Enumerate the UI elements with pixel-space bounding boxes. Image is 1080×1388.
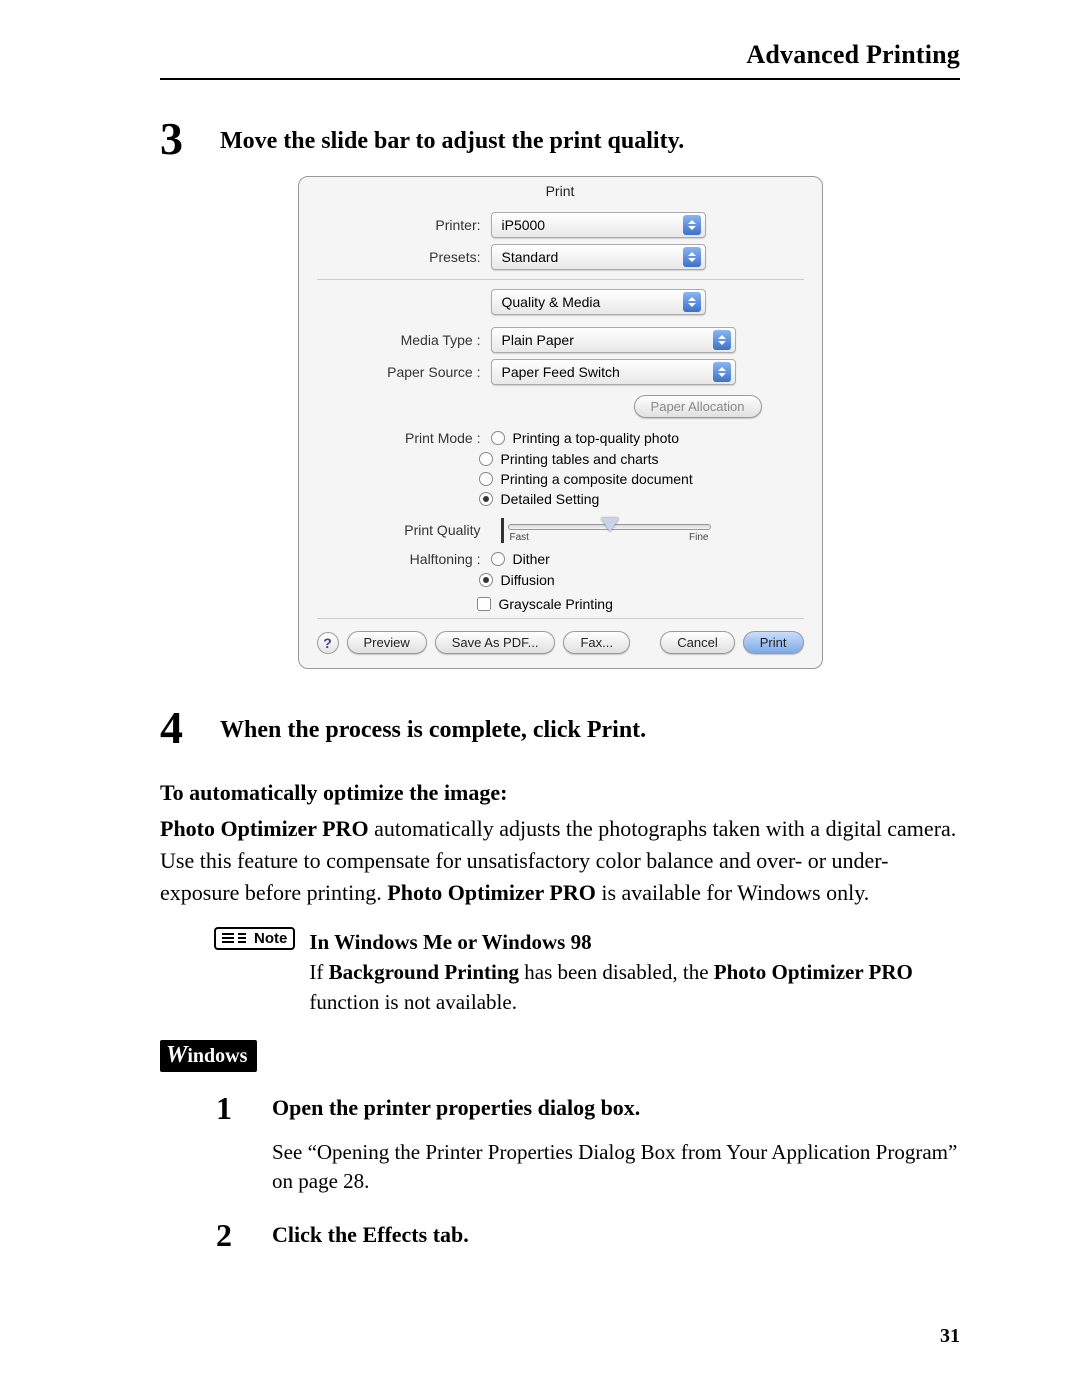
optimize-section: To automatically optimize the image: Pho… [160, 777, 960, 909]
quality-slider[interactable] [508, 524, 711, 530]
grayscale-checkbox[interactable] [477, 597, 491, 611]
cancel-button[interactable]: Cancel [660, 631, 734, 654]
optimize-bold2: Photo Optimizer PRO [387, 880, 596, 905]
grayscale-label: Grayscale Printing [499, 596, 613, 612]
radio-diffusion[interactable] [479, 573, 493, 587]
step-4-text: When the process is complete, click Prin… [220, 705, 646, 746]
halftoning-dither: Dither [513, 551, 550, 567]
updown-icon [713, 362, 731, 382]
radio-composite[interactable] [479, 472, 493, 486]
step-3: 3 Move the slide bar to adjust the print… [160, 116, 960, 162]
updown-icon [683, 215, 701, 235]
step-3-text: Move the slide bar to adjust the print q… [220, 116, 684, 157]
optimize-text2: is available for Windows only. [596, 880, 869, 905]
step-1: 1 Open the printer properties dialog box… [216, 1092, 960, 1124]
note-heading: In Windows Me or Windows 98 [309, 927, 960, 957]
presets-select[interactable]: Standard [491, 244, 706, 270]
note-badge: Note [214, 927, 295, 950]
paper-source-select[interactable]: Paper Feed Switch [491, 359, 736, 385]
section-header: Advanced Printing [160, 40, 960, 80]
halftoning-diffusion: Diffusion [501, 572, 555, 588]
optimize-heading: To automatically optimize the image: [160, 777, 960, 809]
slider-thumb[interactable] [601, 518, 619, 532]
step-number-3: 3 [160, 116, 220, 162]
step-number-1: 1 [216, 1092, 272, 1124]
note-block: Note In Windows Me or Windows 98 If Back… [214, 927, 960, 1018]
halftoning-label: Halftoning : [321, 551, 491, 567]
updown-icon [683, 292, 701, 312]
radio-dither[interactable] [491, 552, 505, 566]
step-number-2: 2 [216, 1219, 272, 1251]
media-type-label: Media Type : [321, 332, 491, 348]
step-2: 2 Click the Effects tab. [216, 1219, 960, 1251]
panel-value: Quality & Media [502, 294, 601, 310]
media-type-value: Plain Paper [502, 332, 574, 348]
print-mode-label: Print Mode : [321, 430, 491, 446]
radio-detailed[interactable] [479, 492, 493, 506]
save-as-pdf-button[interactable]: Save As PDF... [435, 631, 556, 654]
step-4: 4 When the process is complete, click Pr… [160, 705, 960, 751]
divider [317, 618, 804, 619]
note-body: If Background Printing has been disabled… [309, 957, 960, 1018]
presets-value: Standard [502, 249, 559, 265]
slider-fast-label: Fast [510, 532, 529, 543]
step-1-text: Open the printer properties dialog box. [272, 1092, 640, 1123]
dialog-title: Print [299, 177, 822, 209]
media-type-select[interactable]: Plain Paper [491, 327, 736, 353]
updown-icon [713, 330, 731, 350]
mode-tables: Printing tables and charts [501, 451, 659, 467]
print-button[interactable]: Print [743, 631, 804, 654]
windows-badge: Windows [160, 1040, 257, 1072]
paper-source-label: Paper Source : [321, 364, 491, 380]
paper-source-value: Paper Feed Switch [502, 364, 620, 380]
radio-tables[interactable] [479, 452, 493, 466]
presets-label: Presets: [321, 249, 491, 265]
updown-icon [683, 247, 701, 267]
fax-button[interactable]: Fax... [563, 631, 630, 654]
mac-print-dialog: Print Printer: iP5000 Presets: Standard … [298, 176, 823, 669]
optimize-bold1: Photo Optimizer PRO [160, 816, 369, 841]
preview-button[interactable]: Preview [347, 631, 427, 654]
page-number: 31 [940, 1325, 960, 1348]
step-2-text: Click the Effects tab. [272, 1219, 469, 1250]
step-number-4: 4 [160, 705, 220, 751]
mode-top-quality: Printing a top-quality photo [513, 430, 680, 446]
printer-select[interactable]: iP5000 [491, 212, 706, 238]
printer-label: Printer: [321, 217, 491, 233]
radio-top-quality[interactable] [491, 431, 505, 445]
mode-detailed: Detailed Setting [501, 491, 600, 507]
print-quality-label: Print Quality [321, 518, 491, 538]
mode-composite: Printing a composite document [501, 471, 693, 487]
printer-value: iP5000 [502, 217, 546, 233]
paper-allocation-button[interactable]: Paper Allocation [634, 395, 762, 418]
help-button[interactable]: ? [317, 632, 339, 654]
panel-select[interactable]: Quality & Media [491, 289, 706, 315]
step-1-sub: See “Opening the Printer Properties Dial… [272, 1138, 960, 1197]
divider [317, 279, 804, 280]
slider-fine-label: Fine [689, 532, 708, 543]
